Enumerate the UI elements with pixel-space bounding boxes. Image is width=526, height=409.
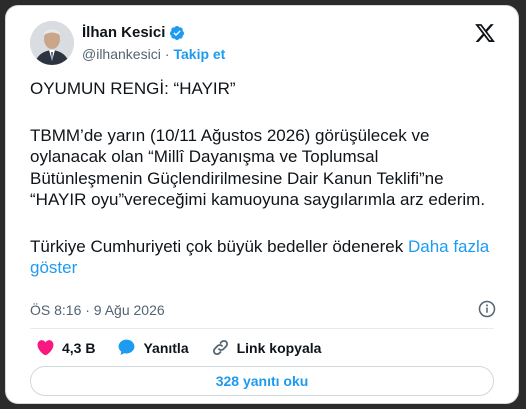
tweet-timestamp[interactable]: ÖS 8:16 · 9 Ağu 2026 [30,302,165,318]
verified-icon [169,25,185,41]
author-name-row: İlhan Kesici [82,24,185,41]
heart-icon [37,340,54,356]
separator-dot: · [164,46,170,62]
copy-link-label: Link kopyala [236,339,322,356]
read-replies-button[interactable]: 328 yanıtı oku [30,366,494,396]
tweet-paragraph: TBMM’de yarın (10/11 Ağustos 2026) görüş… [30,125,486,210]
follow-button[interactable]: Takip et [173,46,225,62]
tweet-paragraph: OYUMUN RENGİ: “HAYIR” [30,79,236,98]
link-icon [212,340,228,355]
tweet-card: İlhan Kesici @ilhankesici · Takip et OYU… [6,6,518,403]
author-handle[interactable]: @ilhankesici [82,46,161,62]
like-count: 4,3 B [62,339,96,356]
reply-label: Yanıtla [143,339,189,356]
x-logo-icon[interactable] [474,22,496,44]
divider [30,328,494,329]
tweet-paragraph: Türkiye Cumhuriyeti çok büyük bedeller ö… [30,236,490,279]
author-name[interactable]: İlhan Kesici [82,24,165,41]
like-button[interactable]: 4,3 B [36,338,95,357]
info-icon[interactable] [478,300,496,318]
reply-button[interactable]: Yanıtla [117,338,189,357]
author-handle-row: @ilhankesici · Takip et [82,46,225,62]
avatar[interactable] [30,21,74,65]
tweet-paragraph-text: Türkiye Cumhuriyeti çok büyük bedeller ö… [30,236,408,256]
tweet-text: OYUMUN RENGİ: “HAYIR” TBMM’de yarın (10/… [30,78,490,279]
copy-link-button[interactable]: Link kopyala [211,338,322,357]
reply-icon [119,339,135,356]
action-bar: 4,3 B Yanıtla Link kopyala [36,338,343,357]
